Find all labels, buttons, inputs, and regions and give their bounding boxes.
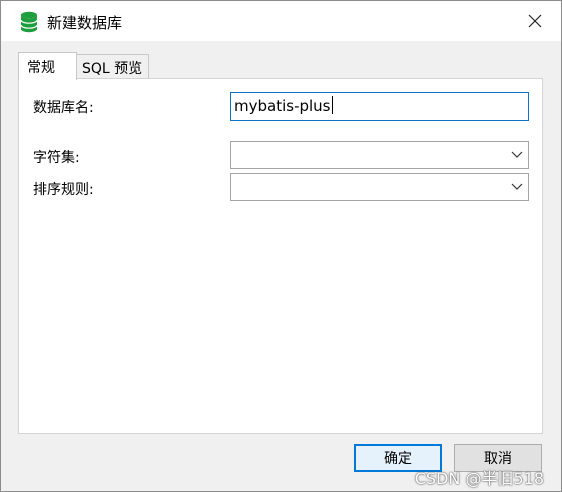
- create-database-dialog: 新建数据库 常规 SQL 预览 数据库名: mybatis-plus 字符集: …: [0, 0, 562, 492]
- database-name-label: 数据库名:: [33, 100, 94, 116]
- collation-select[interactable]: [230, 173, 529, 201]
- ok-button-label: 确定: [384, 451, 412, 467]
- close-button[interactable]: [515, 5, 555, 37]
- charset-label: 字符集:: [33, 150, 80, 166]
- database-name-input[interactable]: mybatis-plus: [230, 92, 529, 121]
- collation-label: 排序规则:: [33, 182, 94, 198]
- tab-sql-preview[interactable]: SQL 预览: [76, 54, 149, 79]
- general-panel: 数据库名: mybatis-plus 字符集: 排序规则:: [18, 78, 543, 434]
- watermark: CSDN @半旧518: [414, 469, 544, 488]
- chevron-down-icon: [511, 151, 523, 158]
- tab-sql-preview-label: SQL 预览: [82, 61, 143, 77]
- close-icon: [528, 14, 542, 28]
- tab-general[interactable]: 常规: [18, 52, 77, 80]
- database-name-value: mybatis-plus: [234, 97, 331, 115]
- chevron-down-icon: [511, 183, 523, 190]
- charset-select[interactable]: [230, 141, 529, 169]
- database-icon: [20, 11, 38, 33]
- window-title: 新建数据库: [47, 14, 123, 32]
- title-bar: 新建数据库: [1, 1, 561, 41]
- tab-general-label: 常规: [27, 60, 55, 76]
- text-cursor: [331, 96, 333, 114]
